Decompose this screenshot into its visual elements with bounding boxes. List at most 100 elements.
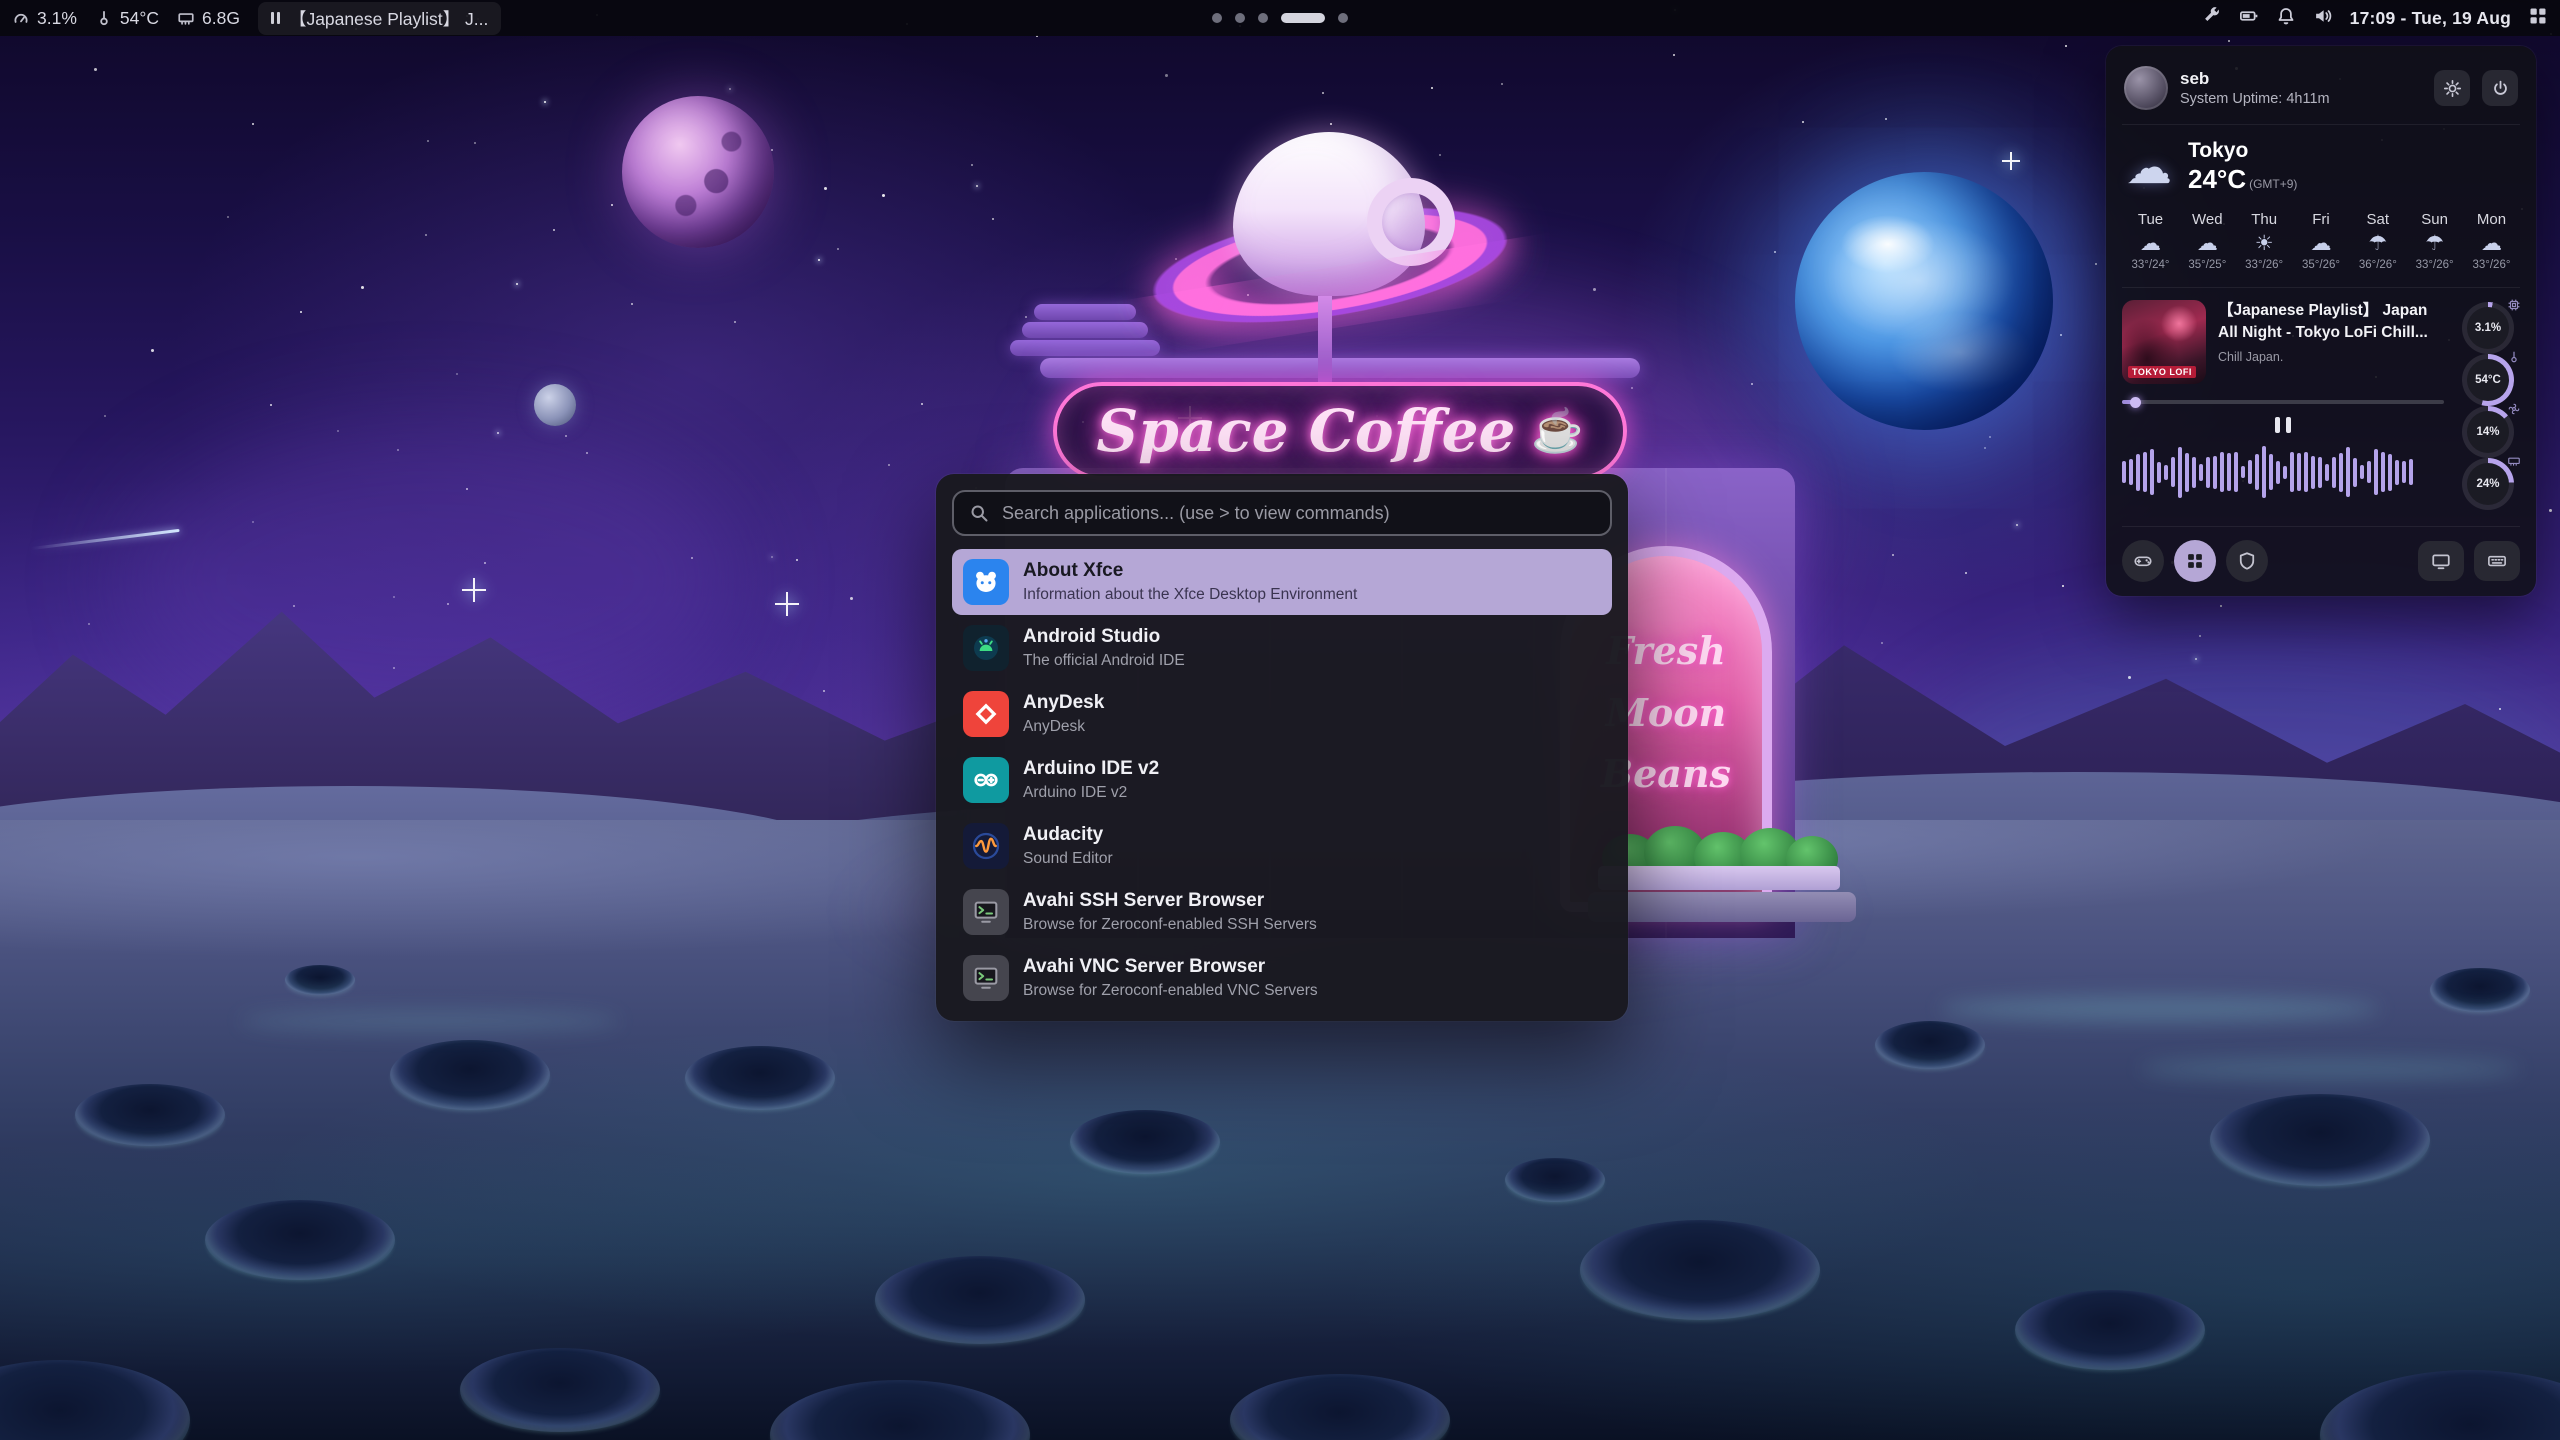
star bbox=[2199, 635, 2201, 637]
wave-bar bbox=[2136, 454, 2140, 491]
app-title: Arduino IDE v2 bbox=[1023, 758, 1159, 781]
wave-bar bbox=[2304, 452, 2308, 492]
quick-keyboard-button[interactable] bbox=[2474, 541, 2520, 581]
weather-icon: ☂ bbox=[2425, 233, 2444, 254]
wave-bar bbox=[2346, 447, 2350, 497]
launcher-search[interactable] bbox=[952, 490, 1612, 536]
app-row-arduino[interactable]: Arduino IDE v2Arduino IDE v2 bbox=[952, 747, 1612, 813]
workspace-dot-4-active[interactable] bbox=[1281, 13, 1325, 23]
wave-bar bbox=[2150, 449, 2154, 495]
wave-bar bbox=[2255, 454, 2259, 490]
star bbox=[94, 68, 97, 71]
forecast-day: Tue☁33°/24° bbox=[2124, 211, 2177, 271]
cpu-temp-ring: 54°C bbox=[2462, 354, 2514, 406]
star bbox=[300, 311, 302, 313]
weather-icon: ☁ bbox=[2140, 233, 2161, 254]
app-title: About Xfce bbox=[1023, 560, 1357, 583]
wave-bar bbox=[2206, 457, 2210, 488]
star bbox=[2549, 509, 2552, 512]
wave-bar bbox=[2353, 458, 2357, 487]
apps-grid-icon bbox=[2185, 551, 2205, 571]
terminal-icon bbox=[963, 955, 1009, 1001]
star bbox=[553, 229, 555, 231]
star bbox=[2220, 605, 2222, 607]
music-bars-icon bbox=[271, 12, 280, 24]
wave-bar bbox=[2248, 460, 2252, 484]
wave-bar bbox=[2192, 457, 2196, 488]
app-subtitle: Browse for Zeroconf-enabled SSH Servers bbox=[1023, 916, 1317, 934]
crater bbox=[460, 1348, 660, 1432]
cpu-usage-indicator[interactable]: 3.1% bbox=[12, 8, 77, 29]
workspace-dot-5[interactable] bbox=[1338, 13, 1348, 23]
app-row-avahi-vnc[interactable]: Avahi VNC Server BrowserBrowse for Zeroc… bbox=[952, 945, 1612, 1011]
app-row-audacity[interactable]: AudacitySound Editor bbox=[952, 813, 1612, 879]
star bbox=[818, 259, 820, 261]
notifications-button[interactable] bbox=[2276, 6, 2296, 31]
app-grid-button[interactable] bbox=[2528, 6, 2548, 31]
music-section: TOKYO LOFI 【Japanese Playlist】 Japan All… bbox=[2122, 288, 2520, 527]
star bbox=[88, 623, 90, 625]
crater bbox=[770, 1380, 1030, 1440]
cpu-usage-value: 3.1% bbox=[37, 8, 77, 29]
cpu-temp-value: 54°C bbox=[120, 8, 159, 29]
planet-purple bbox=[622, 96, 774, 248]
app-row-anydesk[interactable]: AnyDeskAnyDesk bbox=[952, 681, 1612, 747]
wave-bar bbox=[2241, 466, 2245, 478]
star bbox=[771, 149, 773, 151]
xfce-mouse-icon bbox=[963, 559, 1009, 605]
memory-value: 6.8G bbox=[202, 8, 240, 29]
weather-temp: 24°C bbox=[2188, 164, 2246, 194]
keyboard-icon bbox=[2487, 551, 2507, 571]
wave-bar bbox=[2395, 460, 2399, 485]
app-row-avahi-ssh[interactable]: Avahi SSH Server BrowserBrowse for Zeroc… bbox=[952, 879, 1612, 945]
wave-bar bbox=[2311, 456, 2315, 489]
neon-sign-text: Space Coffee bbox=[1096, 397, 1515, 465]
quick-display-button[interactable] bbox=[2418, 541, 2464, 581]
battery-tray-button[interactable] bbox=[2239, 6, 2259, 31]
app-subtitle: Information about the Xfce Desktop Envir… bbox=[1023, 586, 1357, 604]
star bbox=[837, 248, 839, 250]
gear-icon bbox=[2443, 79, 2462, 98]
app-row-android-studio[interactable]: Android StudioThe official Android IDE bbox=[952, 615, 1612, 681]
star bbox=[1774, 251, 1776, 253]
memory-indicator[interactable]: 6.8G bbox=[177, 8, 240, 29]
crater bbox=[875, 1256, 1085, 1344]
crater bbox=[2015, 1290, 2205, 1370]
app-subtitle: Browse for Zeroconf-enabled VNC Servers bbox=[1023, 982, 1318, 1000]
app-list: About Xfce Information about the Xfce Des… bbox=[952, 549, 1612, 1011]
search-input[interactable] bbox=[1000, 502, 1595, 525]
wave-bar bbox=[2164, 465, 2168, 480]
star bbox=[425, 234, 427, 236]
star bbox=[516, 283, 518, 285]
cpu-usage-ring: 3.1% bbox=[2462, 302, 2514, 354]
settings-button[interactable] bbox=[2434, 70, 2470, 106]
star bbox=[544, 101, 546, 103]
quick-apps-button[interactable] bbox=[2174, 540, 2216, 582]
volume-button[interactable] bbox=[2313, 6, 2333, 31]
workspace-dot-3[interactable] bbox=[1258, 13, 1268, 23]
power-icon bbox=[2491, 79, 2510, 98]
quick-shield-button[interactable] bbox=[2226, 540, 2268, 582]
star bbox=[796, 559, 798, 561]
walkway bbox=[1588, 892, 1856, 922]
power-button[interactable] bbox=[2482, 70, 2518, 106]
pause-button[interactable] bbox=[2275, 417, 2291, 433]
track-artist: Chill Japan. bbox=[2218, 350, 2444, 364]
workspace-dot-1[interactable] bbox=[1212, 13, 1222, 23]
cpu-temp-indicator[interactable]: 54°C bbox=[95, 8, 159, 29]
wave-bar bbox=[2325, 464, 2329, 481]
workspace-dot-2[interactable] bbox=[1235, 13, 1245, 23]
app-row-about-xfce[interactable]: About Xfce Information about the Xfce Des… bbox=[952, 549, 1612, 615]
tools-tray-button[interactable] bbox=[2202, 6, 2222, 31]
topbar-music-widget[interactable]: 【Japanese Playlist】 J... bbox=[258, 2, 501, 35]
star bbox=[1322, 92, 1324, 94]
clock[interactable]: 17:09 - Tue, 19 Aug bbox=[2350, 8, 2511, 29]
quick-gamepad-button[interactable] bbox=[2122, 540, 2164, 582]
grid-icon bbox=[2528, 6, 2548, 26]
star bbox=[1892, 554, 1894, 556]
planet-earth bbox=[1795, 172, 2053, 430]
star bbox=[1593, 288, 1596, 291]
progress-knob[interactable] bbox=[2130, 397, 2141, 408]
star bbox=[456, 373, 458, 375]
music-progress-bar[interactable] bbox=[2122, 400, 2444, 404]
